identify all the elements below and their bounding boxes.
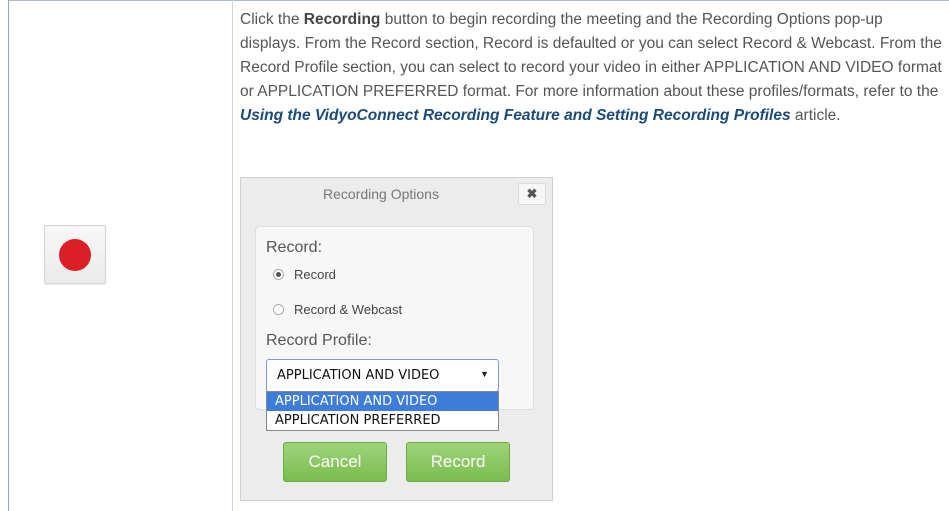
cancel-button[interactable]: Cancel xyxy=(283,442,387,482)
table-top-border xyxy=(8,0,949,1)
radio-record-webcast[interactable]: Record & Webcast xyxy=(273,302,402,317)
radio-record-webcast-icon xyxy=(273,304,284,315)
article-link[interactable]: Using the VidyoConnect Recording Feature… xyxy=(240,107,791,124)
record-profile-selected-value: APPLICATION AND VIDEO xyxy=(277,368,440,383)
instructions-text: Click the Recording button to begin reco… xyxy=(240,8,946,128)
dialog-header: Recording Options ✖ xyxy=(241,178,552,211)
table-cell-divider xyxy=(232,0,233,511)
dialog-title: Recording Options xyxy=(323,186,439,202)
recording-button[interactable] xyxy=(44,225,106,284)
table-left-border xyxy=(8,0,9,511)
close-icon[interactable]: ✖ xyxy=(518,183,546,205)
dropdown-option-application-and-video[interactable]: APPLICATION AND VIDEO xyxy=(267,392,498,411)
record-profile-dropdown: APPLICATION AND VIDEO APPLICATION PREFER… xyxy=(266,391,499,431)
radio-record-icon xyxy=(273,269,284,280)
radio-record-webcast-label: Record & Webcast xyxy=(294,302,403,317)
record-profile-select[interactable]: APPLICATION AND VIDEO ▼ xyxy=(266,359,499,392)
record-section-label: Record: xyxy=(266,239,323,256)
radio-record-label: Record xyxy=(294,267,336,282)
dropdown-option-application-preferred[interactable]: APPLICATION PREFERRED xyxy=(267,411,498,430)
record-profile-label: Record Profile: xyxy=(266,332,372,349)
radio-record[interactable]: Record xyxy=(273,267,336,282)
record-dot-icon xyxy=(59,239,91,271)
recording-options-dialog: Recording Options ✖ Record: Record Recor… xyxy=(240,177,553,501)
instructions-text-part: Click the xyxy=(240,11,304,28)
record-button[interactable]: Record xyxy=(406,442,510,482)
recording-keyword: Recording xyxy=(303,11,381,28)
dropdown-arrow-icon: ▼ xyxy=(480,369,489,379)
instructions-text-part: article. xyxy=(790,107,841,124)
